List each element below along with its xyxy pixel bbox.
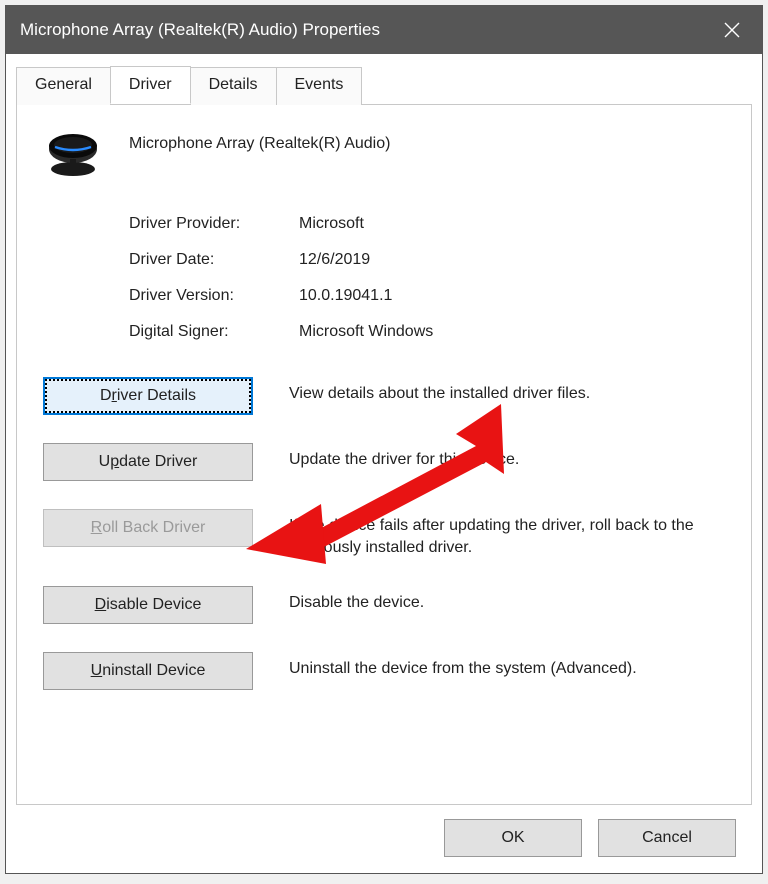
tab-events[interactable]: Events — [276, 67, 363, 105]
action-row-disable: Disable Device Disable the device. — [43, 586, 725, 624]
uninstall-device-button[interactable]: Uninstall Device — [43, 652, 253, 690]
tabs: General Driver Details Events — [16, 66, 752, 104]
tab-panel: General Driver Details Events Microph — [6, 54, 762, 873]
close-button[interactable] — [716, 6, 748, 54]
rollback-driver-desc: If the device fails after updating the d… — [289, 509, 725, 558]
titlebar: Microphone Array (Realtek(R) Audio) Prop… — [6, 6, 762, 54]
provider-value: Microsoft — [299, 215, 364, 233]
device-header: Microphone Array (Realtek(R) Audio) — [43, 131, 725, 179]
window-title: Microphone Array (Realtek(R) Audio) Prop… — [20, 20, 716, 40]
driver-info: Driver Provider: Microsoft Driver Date: … — [129, 215, 725, 341]
version-value: 10.0.19041.1 — [299, 287, 392, 305]
signer-label: Digital Signer: — [129, 323, 299, 341]
disable-device-desc: Disable the device. — [289, 586, 424, 614]
microphone-device-icon — [43, 131, 103, 179]
provider-label: Driver Provider: — [129, 215, 299, 233]
info-row-provider: Driver Provider: Microsoft — [129, 215, 725, 233]
info-row-signer: Digital Signer: Microsoft Windows — [129, 323, 725, 341]
cancel-button[interactable]: Cancel — [598, 819, 736, 857]
close-icon — [724, 22, 740, 38]
tab-details[interactable]: Details — [190, 67, 277, 105]
action-row-update: Update Driver Update the driver for this… — [43, 443, 725, 481]
update-driver-button[interactable]: Update Driver — [43, 443, 253, 481]
uninstall-device-desc: Uninstall the device from the system (Ad… — [289, 652, 637, 680]
ok-button[interactable]: OK — [444, 819, 582, 857]
date-value: 12/6/2019 — [299, 251, 370, 269]
properties-window: Microphone Array (Realtek(R) Audio) Prop… — [5, 5, 763, 874]
device-name: Microphone Array (Realtek(R) Audio) — [129, 131, 390, 153]
info-row-date: Driver Date: 12/6/2019 — [129, 251, 725, 269]
driver-details-desc: View details about the installed driver … — [289, 377, 590, 405]
tab-content-driver: Microphone Array (Realtek(R) Audio) Driv… — [16, 104, 752, 805]
action-row-uninstall: Uninstall Device Uninstall the device fr… — [43, 652, 725, 690]
tab-general[interactable]: General — [16, 67, 111, 105]
info-row-version: Driver Version: 10.0.19041.1 — [129, 287, 725, 305]
disable-device-button[interactable]: Disable Device — [43, 586, 253, 624]
tab-driver[interactable]: Driver — [110, 66, 191, 104]
dialog-buttons: OK Cancel — [16, 805, 752, 873]
rollback-driver-button: Roll Back Driver — [43, 509, 253, 547]
date-label: Driver Date: — [129, 251, 299, 269]
driver-details-button[interactable]: Driver Details — [43, 377, 253, 415]
action-row-rollback: Roll Back Driver If the device fails aft… — [43, 509, 725, 558]
version-label: Driver Version: — [129, 287, 299, 305]
action-row-details: Driver Details View details about the in… — [43, 377, 725, 415]
signer-value: Microsoft Windows — [299, 323, 433, 341]
update-driver-desc: Update the driver for this device. — [289, 443, 519, 471]
